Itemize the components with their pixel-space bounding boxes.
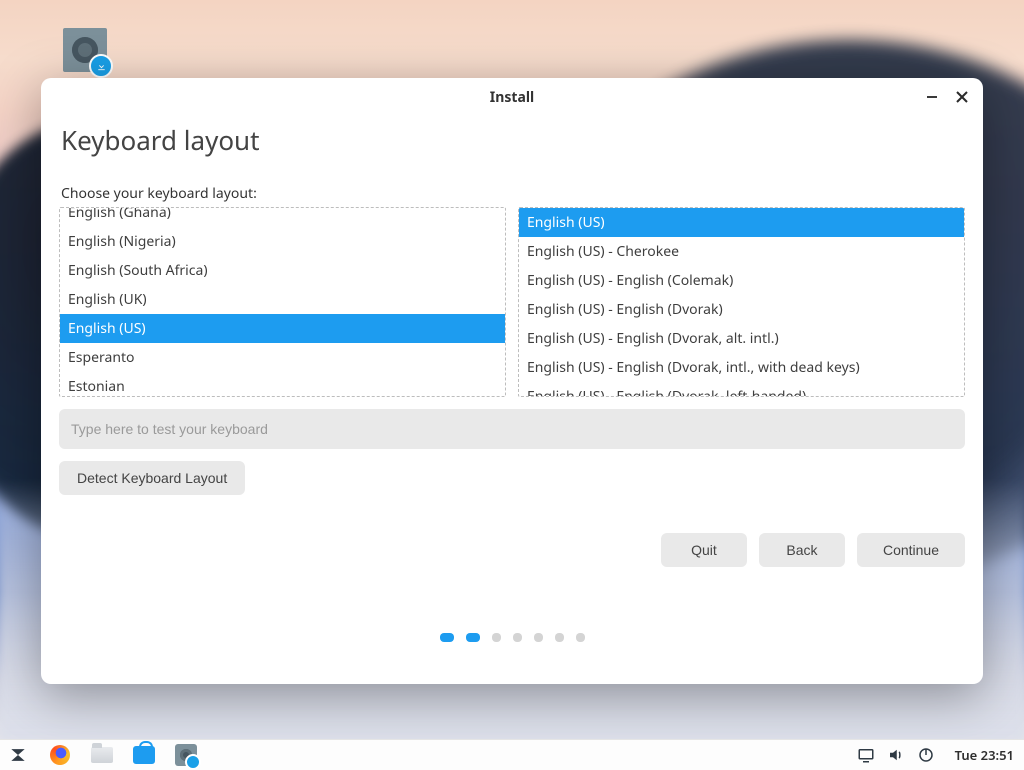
progress-dot	[466, 633, 480, 642]
language-layout-list[interactable]: English (Ghana)English (Nigeria)English …	[59, 207, 506, 397]
continue-button[interactable]: Continue	[857, 533, 965, 567]
variant-list-item[interactable]: English (US)	[519, 208, 964, 237]
clock-day: Tue	[955, 746, 978, 764]
quit-button[interactable]: Quit	[661, 533, 747, 567]
variant-list-item[interactable]: English (US) - Cherokee	[519, 237, 964, 266]
progress-dot	[513, 633, 522, 642]
variant-list-item[interactable]: English (US) - English (Dvorak, left-han…	[519, 382, 964, 397]
layout-list-item[interactable]: English (South Africa)	[60, 256, 505, 285]
software-store-launcher[interactable]	[130, 741, 158, 769]
progress-indicator	[41, 633, 983, 642]
installer-icon	[175, 744, 197, 766]
download-badge-icon	[89, 54, 113, 78]
folder-icon	[91, 747, 113, 763]
progress-dot	[555, 633, 564, 642]
desktop-installer-launcher[interactable]	[63, 28, 107, 72]
variant-list-item[interactable]: English (US) - English (Dvorak)	[519, 295, 964, 324]
display-indicator-icon[interactable]	[857, 746, 875, 764]
progress-dot	[534, 633, 543, 642]
clock-time: 23:51	[981, 746, 1014, 764]
window-titlebar[interactable]: Install	[41, 78, 983, 116]
layout-list-item[interactable]: English (US)	[60, 314, 505, 343]
files-launcher[interactable]	[88, 741, 116, 769]
sound-indicator-icon[interactable]	[887, 746, 905, 764]
layout-list-item[interactable]: Estonian	[60, 372, 505, 397]
page-title: Keyboard layout	[61, 122, 965, 158]
window-minimize-button[interactable]	[919, 84, 945, 110]
clock[interactable]: Tue 23:51	[955, 746, 1014, 764]
install-content: Keyboard layout Choose your keyboard lay…	[41, 116, 983, 684]
back-button[interactable]: Back	[759, 533, 845, 567]
choose-layout-label: Choose your keyboard layout:	[61, 184, 965, 203]
keyboard-test-input[interactable]	[59, 409, 965, 449]
firefox-launcher[interactable]	[46, 741, 74, 769]
shopping-bag-icon	[133, 746, 155, 764]
variant-list-item[interactable]: English (US) - English (Colemak)	[519, 266, 964, 295]
window-close-button[interactable]	[949, 84, 975, 110]
progress-dot	[440, 633, 454, 642]
start-menu-button[interactable]	[4, 741, 32, 769]
progress-dot	[492, 633, 501, 642]
variant-layout-list[interactable]: English (US)English (US) - CherokeeEngli…	[518, 207, 965, 397]
progress-dot	[576, 633, 585, 642]
layout-list-item[interactable]: Esperanto	[60, 343, 505, 372]
desktop-wallpaper: Install Keyboard layout Choose your keyb…	[0, 0, 1024, 740]
layout-list-item[interactable]: English (Ghana)	[60, 207, 505, 227]
installer-task[interactable]	[172, 741, 200, 769]
detect-keyboard-layout-button[interactable]: Detect Keyboard Layout	[59, 461, 245, 495]
window-title: Install	[490, 88, 534, 107]
variant-list-item[interactable]: English (US) - English (Dvorak, intl., w…	[519, 353, 964, 382]
layout-list-item[interactable]: English (Nigeria)	[60, 227, 505, 256]
variant-list-item[interactable]: English (US) - English (Dvorak, alt. int…	[519, 324, 964, 353]
layout-list-item[interactable]: English (UK)	[60, 285, 505, 314]
install-window: Install Keyboard layout Choose your keyb…	[41, 78, 983, 684]
taskbar[interactable]: Tue 23:51	[0, 739, 1024, 770]
firefox-icon	[50, 745, 70, 765]
power-indicator-icon[interactable]	[917, 746, 935, 764]
